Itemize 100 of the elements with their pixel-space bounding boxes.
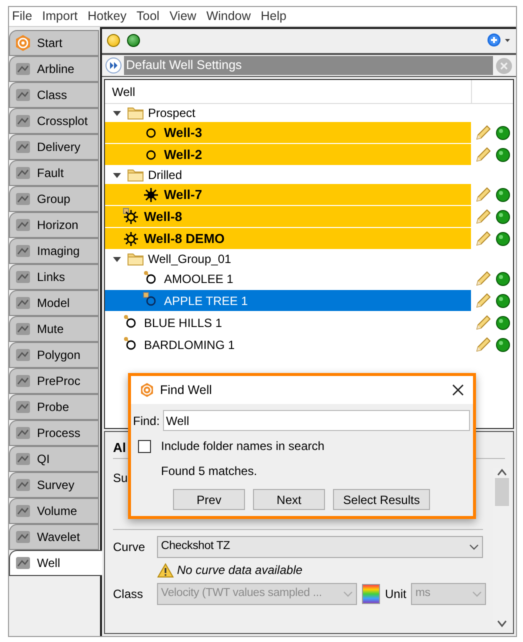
side-tab[interactable]: QI: [9, 446, 99, 472]
folder-label[interactable]: Prospect: [148, 104, 196, 122]
side-tab[interactable]: Wavelet: [9, 524, 99, 550]
side-tab[interactable]: Class: [9, 82, 99, 108]
find-field[interactable]: Well: [163, 410, 470, 431]
emblem-icon: [14, 86, 32, 104]
pencil-icon[interactable]: [474, 314, 492, 332]
status-light[interactable]: [127, 34, 140, 46]
scroll-down-icon[interactable]: [497, 620, 507, 628]
pencil-icon[interactable]: [474, 186, 492, 204]
tree-row[interactable]: AMOOLEE 1: [105, 268, 471, 289]
menu-item[interactable]: Tool: [136, 7, 160, 26]
menu-item[interactable]: Window: [206, 7, 251, 26]
tree-row[interactable]: APPLE TREE 1: [105, 290, 471, 311]
menu-item[interactable]: Help: [260, 7, 286, 26]
emblem-icon: [14, 528, 32, 546]
dropdown[interactable]: Checkshot TZ: [157, 536, 483, 558]
tree-row[interactable]: Well-7: [105, 184, 471, 205]
side-tab[interactable]: Horizon: [9, 212, 99, 238]
pencil-icon[interactable]: [474, 336, 492, 354]
close-icon[interactable]: [451, 383, 465, 397]
emblem-icon: [14, 138, 32, 156]
emblem-icon: [14, 320, 32, 338]
menu-item[interactable]: Hotkey: [88, 7, 126, 26]
scroll-thumb[interactable]: [495, 478, 509, 506]
emblem-icon: [14, 372, 32, 390]
side-tab[interactable]: Mute: [9, 316, 99, 342]
emblem-icon: [14, 164, 32, 182]
hexagon-icon: [139, 382, 155, 398]
side-tab[interactable]: Well: [9, 550, 102, 576]
side-tab[interactable]: Survey: [9, 472, 99, 498]
folder-label[interactable]: Drilled: [148, 166, 182, 184]
dialog-button[interactable]: Prev: [173, 489, 245, 510]
status-dot-icon: [495, 271, 511, 287]
side-tab[interactable]: Imaging: [9, 238, 99, 264]
tree-row[interactable]: Well-2: [105, 144, 471, 165]
emblem-icon: [14, 476, 32, 494]
emblem-icon: [14, 190, 32, 208]
emblem-icon: [14, 346, 32, 364]
side-tab[interactable]: Start: [9, 30, 99, 56]
status-dot-icon: [495, 209, 511, 225]
settings-title: Default Well Settings: [124, 56, 493, 75]
folder-label[interactable]: Well_Group_01: [148, 250, 232, 268]
burst-icon: [143, 186, 159, 203]
side-tab[interactable]: Arbline: [9, 56, 99, 82]
side-tab[interactable]: Fault: [9, 160, 99, 186]
warning-icon: [157, 562, 174, 578]
side-tab[interactable]: Volume: [9, 498, 99, 524]
add-icon[interactable]: [487, 33, 511, 47]
tree-row[interactable]: Well-3: [105, 122, 471, 143]
emblem-icon: [14, 112, 32, 130]
side-tab[interactable]: Links: [9, 264, 99, 290]
folder-icon: [127, 168, 145, 182]
field-label: Unit: [385, 586, 406, 603]
status-dot-icon: [495, 337, 511, 353]
chevron-down-icon: [472, 590, 482, 598]
pencil-icon[interactable]: [474, 230, 492, 248]
folder-icon: [127, 106, 145, 120]
menu-item[interactable]: File: [12, 7, 32, 26]
emblem-icon: [14, 242, 32, 260]
pencil-icon[interactable]: [474, 124, 492, 142]
color-ramp-swatch[interactable]: [362, 584, 380, 604]
tree-row[interactable]: Well-8: [105, 206, 471, 227]
pencil-icon[interactable]: [474, 270, 492, 288]
side-tab[interactable]: Polygon: [9, 342, 99, 368]
dialog-title: Find Well: [160, 382, 213, 399]
tree-row[interactable]: BLUE HILLS 1: [105, 312, 471, 333]
dialog-button[interactable]: Select Results: [333, 489, 430, 510]
forward-icon[interactable]: [105, 57, 122, 74]
pencil-icon[interactable]: [474, 146, 492, 164]
emblem-icon: [14, 268, 32, 286]
status-dot-icon: [495, 125, 511, 141]
side-tab[interactable]: Probe: [9, 394, 99, 420]
side-tab[interactable]: Model: [9, 290, 99, 316]
menu-item[interactable]: Import: [42, 7, 78, 26]
scroll-up-icon[interactable]: [497, 468, 507, 476]
side-tab[interactable]: Crossplot: [9, 108, 99, 134]
folder-icon: [127, 252, 145, 266]
dialog-button[interactable]: Next: [253, 489, 325, 510]
side-tab[interactable]: PreProc: [9, 368, 99, 394]
tree-row[interactable]: BARDLOMING 1: [105, 334, 471, 355]
emblem-icon: [14, 60, 32, 78]
status-dot-icon: [495, 187, 511, 203]
field-label: Find:: [133, 412, 161, 430]
status-dot-icon: [495, 231, 511, 247]
checkbox-label[interactable]: Include folder names in search: [161, 437, 324, 455]
side-tab[interactable]: Delivery: [9, 134, 99, 160]
field-label: Curve: [113, 539, 146, 556]
side-tab[interactable]: Group: [9, 186, 99, 212]
tree-row[interactable]: Well-8 DEMO: [105, 228, 471, 249]
status-dot-icon: [495, 315, 511, 331]
side-tab[interactable]: Process: [9, 420, 99, 446]
emblem-icon: [14, 216, 32, 234]
menu-item[interactable]: View: [169, 7, 196, 26]
pencil-icon[interactable]: [474, 208, 492, 226]
column-header[interactable]: Well: [105, 80, 472, 103]
emblem-icon: [14, 450, 32, 468]
field-label: Su: [113, 470, 128, 487]
checkbox[interactable]: [138, 440, 151, 452]
pencil-icon[interactable]: [474, 292, 492, 310]
